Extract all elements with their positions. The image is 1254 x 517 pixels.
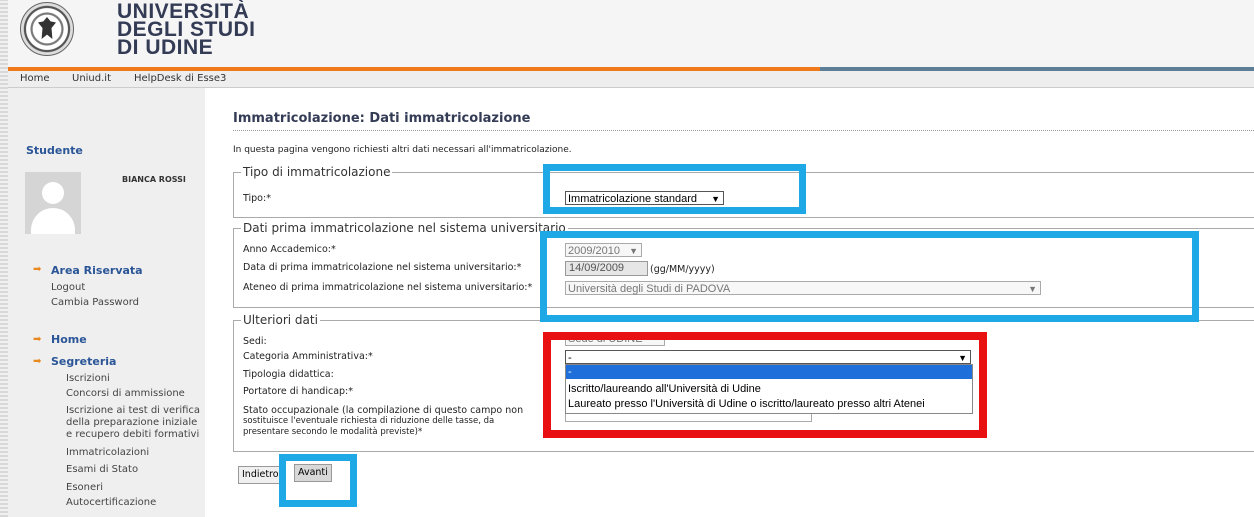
sidebar-title: Studente <box>26 144 83 157</box>
sidebar-item-concorsi[interactable]: Concorsi di ammissione <box>66 388 185 399</box>
sidebar-area-riservata[interactable]: Area Riservata <box>51 264 143 277</box>
legend-ulteriori-dati: Ulteriori dati <box>241 313 320 327</box>
sidebar-item-autocertificazione[interactable]: Autocertificazione <box>66 497 156 508</box>
sidebar-item-esoneri[interactable]: Esoneri <box>66 482 103 493</box>
avatar <box>25 172 81 234</box>
sidebar-item-immatricolazioni[interactable]: Immatricolazioni <box>66 447 149 458</box>
sedi-label: Sedi: <box>243 336 267 347</box>
intro-text: In questa pagina vengono richiesti altri… <box>233 145 572 155</box>
sidebar-home[interactable]: Home <box>51 333 87 346</box>
tipologia-label: Tipologia didattica: <box>243 369 334 380</box>
ateneo-label: Ateneo di prima immatricolazione nel sis… <box>243 282 533 293</box>
stato-label-line1: Stato occupazionale (la compilazione di … <box>243 405 524 416</box>
tipo-label: Tipo:* <box>243 193 271 204</box>
university-seal-logo <box>20 2 74 56</box>
sidebar-logout[interactable]: Logout <box>51 282 85 293</box>
anno-label: Anno Accademico:* <box>243 244 336 255</box>
arrow-right-icon: ➡ <box>33 264 42 275</box>
categoria-label: Categoria Amministrativa:* <box>243 351 373 362</box>
legend-prima-immatricolazione: Dati prima immatricolazione nel sistema … <box>241 221 568 235</box>
user-name: BIANCA ROSSI <box>122 175 186 184</box>
title-divider <box>233 130 1254 131</box>
back-button[interactable]: Indietro <box>238 466 283 484</box>
sidebar-item-test-verifica-3[interactable]: e recupero debiti formativi <box>66 429 199 440</box>
stato-label-line2: sostituisce l'eventuale richiesta di rid… <box>243 416 495 426</box>
nav-home-link[interactable]: Home <box>20 73 50 84</box>
sidebar-item-test-verifica-2[interactable]: della preparazione iniziale <box>66 417 197 428</box>
arrow-right-icon: ➡ <box>33 356 42 367</box>
highlight-box-tipo <box>543 164 806 214</box>
left-edge-strip <box>0 0 8 517</box>
arrow-right-icon: ➡ <box>33 334 42 345</box>
nav-uniud-link[interactable]: Uniud.it <box>72 73 111 84</box>
highlight-box-categoria <box>543 332 987 438</box>
handicap-label: Portatore di handicap:* <box>243 386 354 397</box>
eagle-icon <box>38 17 56 39</box>
stato-label-line3: presentare secondo le modalità previste)… <box>243 427 423 437</box>
logo-text-line3: DI UDINE <box>117 36 214 59</box>
sidebar-item-iscrizioni[interactable]: Iscrizioni <box>66 373 110 384</box>
sidebar-segreteria[interactable]: Segreteria <box>51 355 116 368</box>
highlight-box-avanti <box>279 454 357 507</box>
sidebar-item-esami-stato[interactable]: Esami di Stato <box>66 464 138 475</box>
top-nav: Home Uniud.it HelpDesk di Esse3 <box>8 71 1254 88</box>
legend-tipo: Tipo di immatricolazione <box>241 165 393 179</box>
highlight-box-prima-immatricolazione <box>540 231 1199 322</box>
nav-helpdesk-link[interactable]: HelpDesk di Esse3 <box>134 73 226 84</box>
data-label: Data di prima immatricolazione nel siste… <box>243 262 522 273</box>
sidebar-cambia-password[interactable]: Cambia Password <box>51 297 139 308</box>
sidebar-item-test-verifica[interactable]: Iscrizione ai test di verifica <box>66 405 200 416</box>
page-title: Immatricolazione: Dati immatricolazione <box>233 111 531 126</box>
